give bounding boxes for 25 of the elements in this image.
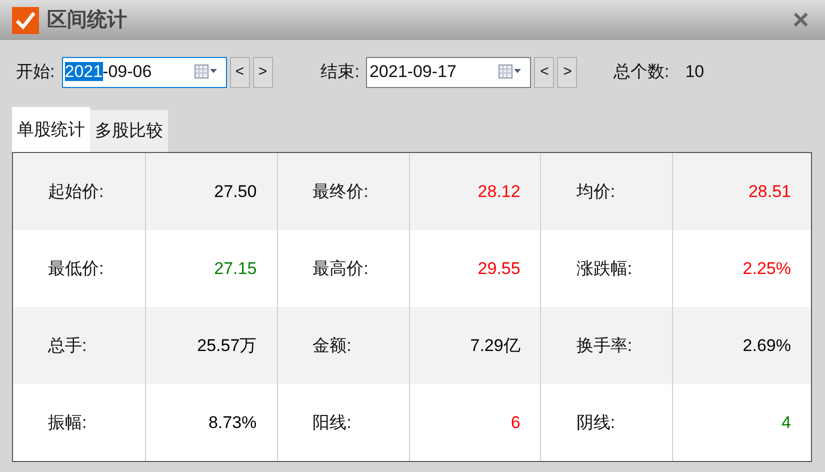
table-cell-text: 28.51: [747, 180, 792, 203]
next-button[interactable]: >: [252, 56, 273, 88]
table-cell: 振幅:: [13, 384, 146, 461]
table-cell: 6: [410, 384, 542, 461]
date-field[interactable]: 2021-09-17: [366, 56, 532, 88]
table-cell-text: 2.69%: [742, 334, 792, 357]
field-label: 结束:: [320, 61, 360, 84]
table-cell: 阳线:: [278, 384, 410, 461]
field-label: 开始:: [16, 61, 55, 84]
table-cell: 阴线:: [541, 384, 674, 461]
total-count-value: 10: [685, 61, 704, 84]
calendar-dropdown-icon[interactable]: [498, 64, 522, 80]
tab[interactable]: 多股比较: [90, 110, 168, 152]
total-count-label: 总个数:: [613, 61, 670, 84]
tab[interactable]: 单股统计: [12, 107, 90, 152]
date-field[interactable]: 2021-09-06: [62, 56, 227, 88]
calendar-dropdown-icon[interactable]: [194, 64, 218, 80]
table-cell-text: 2.25%: [742, 258, 792, 280]
window-title: 区间统计: [47, 8, 127, 33]
table-cell: 8.73%: [146, 384, 278, 461]
previous-button[interactable]: <: [230, 56, 250, 88]
table-cell-text: 4: [780, 412, 792, 434]
next-button[interactable]: >: [557, 56, 578, 88]
previous-button[interactable]: <: [534, 56, 554, 88]
checkmark-icon: [12, 6, 39, 34]
